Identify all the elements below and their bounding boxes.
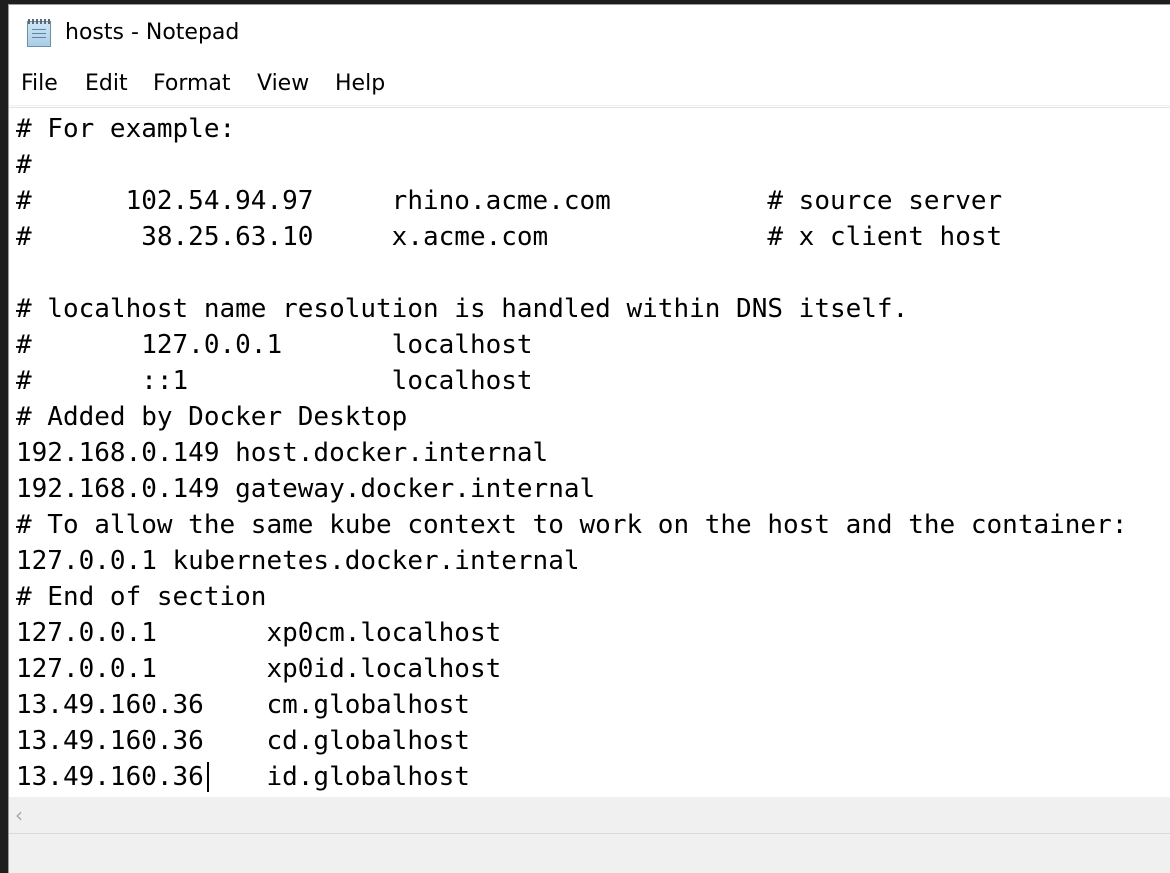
text-line: # 102.54.94.97 rhino.acme.com # source s… — [16, 186, 1003, 216]
text-line: # 38.25.63.10 x.acme.com # x client host — [16, 222, 1003, 252]
menu-format[interactable]: Format — [153, 71, 231, 96]
text-line: # End of section — [16, 582, 267, 612]
status-bar — [9, 834, 1170, 873]
window-title: hosts - Notepad — [65, 20, 240, 45]
text-line: 192.168.0.149 gateway.docker.internal — [16, 474, 596, 504]
chevron-left-icon[interactable]: ‹ — [15, 803, 23, 827]
text-line: # To allow the same kube context to work… — [16, 510, 1128, 540]
text-caret — [207, 762, 209, 792]
text-line: 127.0.0.1 xp0cm.localhost — [16, 618, 502, 648]
text-line: # ::1 localhost — [16, 366, 533, 396]
title-bar[interactable]: hosts - Notepad — [9, 5, 1170, 61]
text-line: # — [16, 150, 32, 180]
notepad-window: hosts - Notepad File Edit Format View He… — [8, 4, 1170, 873]
text-line: # localhost name resolution is handled w… — [16, 294, 909, 324]
menu-file[interactable]: File — [21, 71, 58, 96]
menu-edit[interactable]: Edit — [85, 71, 128, 96]
text-line: # For example: — [16, 114, 236, 144]
text-line: # 127.0.0.1 localhost — [16, 330, 533, 360]
text-line: 192.168.0.149 host.docker.internal — [16, 438, 549, 468]
text-line: # Added by Docker Desktop — [16, 402, 408, 432]
text-line: 127.0.0.1 xp0id.localhost — [16, 654, 502, 684]
notepad-icon — [27, 19, 51, 47]
text-line: 13.49.160.36 cd.globalhost — [16, 726, 470, 756]
menu-view[interactable]: View — [257, 71, 309, 96]
menu-help[interactable]: Help — [335, 71, 385, 96]
menu-bar: File Edit Format View Help — [9, 67, 1170, 106]
text-editor[interactable]: # For example: # # 102.54.94.97 rhino.ac… — [9, 107, 1170, 798]
text-line: 13.49.160.36 id.globalhost — [16, 762, 470, 792]
horizontal-scrollbar[interactable]: ‹ — [9, 797, 1170, 834]
text-line: 127.0.0.1 kubernetes.docker.internal — [16, 546, 580, 576]
text-line: 13.49.160.36 cm.globalhost — [16, 690, 470, 720]
